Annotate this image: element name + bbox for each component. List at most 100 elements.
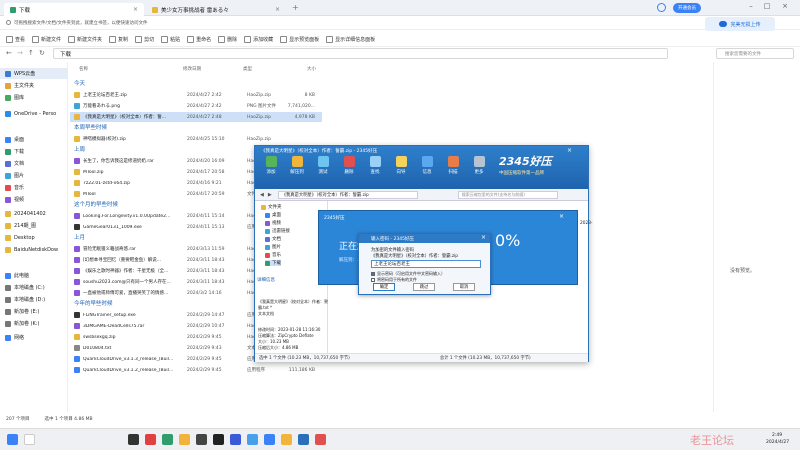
group-header[interactable]: 这个月的早些时候 xyxy=(74,200,118,208)
app-icon-4[interactable] xyxy=(230,434,241,445)
sidebar-item-downloads[interactable]: 下载 xyxy=(0,146,68,157)
zip-close-icon[interactable]: × xyxy=(567,147,572,154)
tree-docs[interactable]: 文档 xyxy=(265,236,281,242)
sidebar-item-drive-c[interactable]: 本地磁盘 (C:) xyxy=(0,282,68,293)
tree-pictures[interactable]: 图片 xyxy=(265,244,281,250)
progress-close-icon[interactable]: × xyxy=(559,213,564,220)
search-input[interactable]: 搜索您需要的文件 xyxy=(716,48,794,59)
sidebar-item-drive-k[interactable]: 新加卷 (K:) xyxy=(0,318,68,329)
toolbar-rename[interactable]: 重命名 xyxy=(187,35,211,43)
sidebar-item-folder-2[interactable]: 214期_图 xyxy=(0,220,68,231)
password-input[interactable]: 上老王论坛百老王 xyxy=(371,260,481,268)
app-icon-3[interactable] xyxy=(213,434,224,445)
close-window-icon[interactable]: × xyxy=(778,2,792,10)
zip-more-button[interactable]: 更多 xyxy=(467,156,491,175)
tree-downloads[interactable]: 下载 xyxy=(265,260,281,266)
toolbar-paste[interactable]: 粘贴 xyxy=(161,35,180,43)
toolbar-delete[interactable]: 删除 xyxy=(218,35,237,43)
up-icon[interactable]: ↑ xyxy=(28,49,34,57)
sidebar-item-pictures[interactable]: 图片 xyxy=(0,170,68,181)
zip-extract-button[interactable]: 解压到 xyxy=(285,156,309,175)
sidebar-item-folder-3[interactable]: Desktop xyxy=(0,232,68,243)
taskview-icon[interactable] xyxy=(128,434,139,445)
maximize-icon[interactable]: □ xyxy=(760,2,774,10)
start-icon[interactable] xyxy=(7,434,18,445)
sidebar-item-drive-e[interactable]: 新加卷 (E:) xyxy=(0,306,68,317)
zip-add-button[interactable]: 添加 xyxy=(259,156,283,175)
app-icon-7[interactable] xyxy=(298,434,309,445)
zip-delete-button[interactable]: 删除 xyxy=(337,156,361,175)
group-header[interactable]: 今天 xyxy=(74,79,85,87)
toolbar-copy[interactable]: 复制 xyxy=(109,35,128,43)
sidebar-item-desktop[interactable]: 桌面 xyxy=(0,134,68,145)
minimize-icon[interactable]: – xyxy=(744,2,758,10)
tree-root[interactable]: 文件夹 xyxy=(261,204,282,210)
back-icon[interactable]: ← xyxy=(6,49,12,57)
toolbar-cut[interactable]: 剪切 xyxy=(135,35,154,43)
cancel-button[interactable]: 取消 xyxy=(453,283,475,291)
toolbar-new-file[interactable]: 新建文件 xyxy=(32,35,61,43)
file-row[interactable]: QuarkCloudDrive_v3.1.2_release_(Buil... 2… xyxy=(70,365,322,375)
zip-wizard-button[interactable]: 向导 xyxy=(389,156,413,175)
zip-find-button[interactable]: 查找 xyxy=(363,156,387,175)
tree-thunder[interactable]: 迅雷链接 xyxy=(265,228,290,234)
zip-path-input[interactable]: 《我真是大明星》（校对全本）作者：誓霸.zip xyxy=(277,190,418,199)
zip-scan-button[interactable]: 扫描 xyxy=(441,156,465,175)
forward-icon[interactable]: → xyxy=(17,49,23,57)
toolbar-new-folder[interactable]: 新建文件夹 xyxy=(68,35,102,43)
app-icon-5[interactable] xyxy=(247,434,258,445)
toolbar-preview-pane[interactable]: 显示预览面板 xyxy=(280,35,319,43)
sidebar-item-this-pc[interactable]: 此电脑 xyxy=(0,270,68,281)
zip-app-icon[interactable] xyxy=(281,434,292,445)
edge-icon[interactable] xyxy=(162,434,173,445)
zip-info-button[interactable]: 信息 xyxy=(415,156,439,175)
refresh-icon[interactable]: ↻ xyxy=(39,49,45,57)
ok-button[interactable]: 确定 xyxy=(373,283,395,291)
group-header[interactable]: 上月 xyxy=(74,233,85,241)
tab-second[interactable]: 美少女万事挑战者 雷ある々 × xyxy=(146,3,286,16)
column-date[interactable]: 修改日期 xyxy=(183,66,201,72)
tree-music[interactable]: 音乐 xyxy=(265,252,281,258)
sidebar-item-videos[interactable]: 视频 xyxy=(0,194,68,205)
sidebar-item-drive-d[interactable]: 本地磁盘 (D:) xyxy=(0,294,68,305)
toolbar-view[interactable]: 查看 xyxy=(6,35,25,43)
column-size[interactable]: 大小 xyxy=(307,66,316,72)
file-row[interactable]: 《我真是大明星》（校对全本）作者：誓... 2024/4/27 2:48 HaoZi… xyxy=(70,112,322,122)
skip-button[interactable]: 跳过 xyxy=(413,283,435,291)
app-icon-8[interactable] xyxy=(315,434,326,445)
vip-button[interactable]: 开通会员 xyxy=(673,3,701,13)
zip-forward-icon[interactable]: ▶ xyxy=(268,192,272,198)
explorer-icon[interactable] xyxy=(179,434,190,445)
zip-search-input[interactable]: 搜索压缩包里的文件(支持名与前缀) xyxy=(457,190,558,199)
app-icon-1[interactable] xyxy=(145,434,156,445)
tree-desktop[interactable]: 桌面 xyxy=(265,212,281,218)
group-header[interactable]: 今年的早些时候 xyxy=(74,299,113,307)
close-tab-icon[interactable]: × xyxy=(275,6,280,13)
tree-videos[interactable]: 视频 xyxy=(265,220,281,226)
app-icon-6[interactable] xyxy=(264,434,275,445)
zip-test-button[interactable]: 测试 xyxy=(311,156,335,175)
file-row[interactable]: 万能看あれる.png 2024/4/27 2:42 PNG 图片文件 7,741,02… xyxy=(70,101,322,111)
toolbar-details-pane[interactable]: 显示详细信息面板 xyxy=(326,35,375,43)
column-type[interactable]: 类型 xyxy=(243,66,252,72)
column-name[interactable]: 名称 xyxy=(79,66,88,72)
tab-downloads[interactable]: 下载 × xyxy=(4,3,144,16)
group-header[interactable]: 本周早些时候 xyxy=(74,123,107,131)
address-input[interactable]: 下载 xyxy=(53,48,668,59)
sidebar-item-onedrive[interactable]: OneDrive - Perso xyxy=(0,108,68,119)
zip-back-icon[interactable]: ◀ xyxy=(260,192,264,198)
sidebar-item-home[interactable]: 主文件夹 xyxy=(0,80,68,91)
new-tab-icon[interactable]: + xyxy=(292,3,299,12)
toolbar-favorite[interactable]: 添加收藏 xyxy=(244,35,273,43)
sidebar-item-folder-4[interactable]: BaiduNetdiskDow xyxy=(0,244,68,255)
sidebar-item-gallery[interactable]: 图库 xyxy=(0,92,68,103)
file-row[interactable]: 神嗒模拟器(校对).zip 2024/4/25 15:10 HaoZip.zip xyxy=(70,134,322,144)
file-row[interactable]: 上老王论坛百老王.zip 2024/4/27 2:42 HaoZip.zip 8 KB xyxy=(70,90,322,100)
sidebar-item-folder-1[interactable]: 2024041402 xyxy=(0,208,68,219)
password-close-icon[interactable]: × xyxy=(481,234,486,241)
group-header[interactable]: 上周 xyxy=(74,145,85,153)
sidebar-item-documents[interactable]: 文档 xyxy=(0,158,68,169)
avatar[interactable] xyxy=(657,3,666,12)
app-icon-2[interactable] xyxy=(196,434,207,445)
sidebar-item-music[interactable]: 音乐 xyxy=(0,182,68,193)
